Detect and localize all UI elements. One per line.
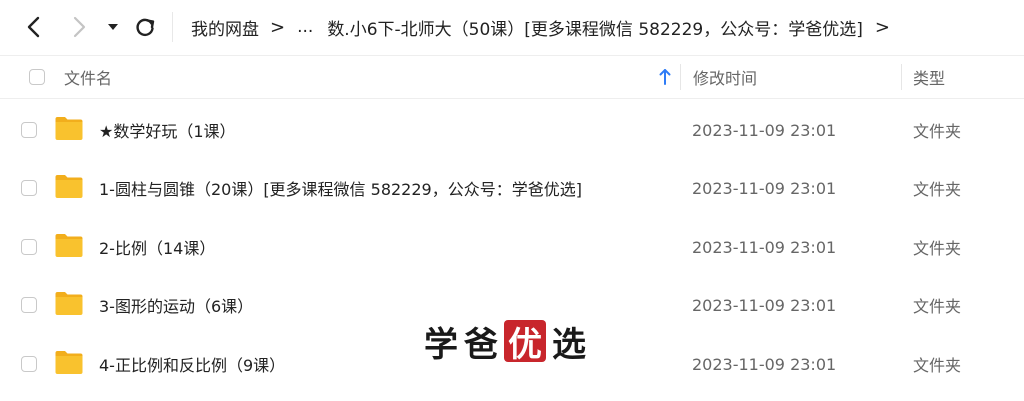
file-name[interactable]: ★数学好玩（1课） <box>99 101 236 159</box>
watermark-text-2: 选 <box>552 324 592 365</box>
column-header-type[interactable]: 类型 <box>913 56 945 98</box>
column-divider[interactable] <box>901 64 902 90</box>
breadcrumb-ellipsis[interactable]: ... <box>297 17 313 37</box>
file-name[interactable]: 3-图形的运动（6课） <box>99 276 253 334</box>
breadcrumb-current[interactable]: 数.小6下-北师大（50课）[更多课程微信 582229，公众号：学爸优选] <box>327 15 863 40</box>
file-type: 文件夹 <box>913 122 962 141</box>
folder-icon <box>55 234 83 257</box>
chevron-right-icon <box>73 16 86 38</box>
table-row[interactable]: 1-圆柱与圆锥（20课）[更多课程微信 582229，公众号：学爸优选] 2023… <box>0 159 1024 217</box>
refresh-icon <box>136 18 155 37</box>
modified-time: 2023-11-09 23:01 <box>692 295 837 315</box>
file-type: 文件夹 <box>913 356 962 375</box>
folder-icon <box>55 117 83 140</box>
file-name[interactable]: 1-圆柱与圆锥（20课）[更多课程微信 582229，公众号：学爸优选] <box>99 159 582 217</box>
folder-icon <box>55 175 83 198</box>
sort-ascending-icon[interactable] <box>658 67 672 87</box>
modified-time: 2023-11-09 23:01 <box>692 237 837 257</box>
file-name[interactable]: 2-比例（14课） <box>99 218 215 276</box>
toolbar-divider <box>172 12 173 42</box>
row-checkbox[interactable] <box>21 180 37 196</box>
table-row[interactable]: 2-比例（14课） 2023-11-09 23:01 文件夹 <box>0 218 1024 276</box>
watermark-text-1: 学爸 <box>424 324 504 365</box>
refresh-button[interactable] <box>130 12 160 42</box>
breadcrumb: 我的网盘 > ... 数.小6下-北师大（50课）[更多课程微信 582229，… <box>191 14 890 40</box>
table-row[interactable]: ★数学好玩（1课） 2023-11-09 23:01 文件夹 <box>0 101 1024 159</box>
row-checkbox[interactable] <box>21 356 37 372</box>
history-dropdown-button[interactable] <box>100 12 126 42</box>
forward-button[interactable] <box>64 12 94 42</box>
file-type: 文件夹 <box>913 180 962 199</box>
chevron-left-icon <box>27 16 40 38</box>
row-checkbox[interactable] <box>21 239 37 255</box>
column-header-name[interactable]: 文件名 <box>64 56 112 98</box>
breadcrumb-root[interactable]: 我的网盘 <box>191 15 259 40</box>
modified-time: 2023-11-09 23:01 <box>692 354 837 374</box>
back-button[interactable] <box>19 12 49 42</box>
folder-icon <box>55 351 83 374</box>
file-type: 文件夹 <box>913 297 962 316</box>
modified-time: 2023-11-09 23:01 <box>692 178 837 198</box>
column-header-modified[interactable]: 修改时间 <box>693 56 757 98</box>
row-checkbox[interactable] <box>21 297 37 313</box>
caret-down-icon <box>108 24 118 30</box>
row-checkbox[interactable] <box>21 122 37 138</box>
select-all-checkbox[interactable] <box>29 69 45 85</box>
table-header: 文件名 修改时间 类型 <box>0 55 1024 99</box>
breadcrumb-trailing-separator[interactable]: > <box>875 17 890 38</box>
file-type: 文件夹 <box>913 239 962 258</box>
watermark-seal: 优 <box>504 320 546 365</box>
watermark-logo: 学爸 优 选 <box>424 318 592 365</box>
breadcrumb-separator: > <box>270 16 286 38</box>
modified-time: 2023-11-09 23:01 <box>692 120 837 140</box>
folder-icon <box>55 292 83 315</box>
file-name[interactable]: 4-正比例和反比例（9课） <box>99 335 285 393</box>
toolbar: 我的网盘 > ... 数.小6下-北师大（50课）[更多课程微信 582229，… <box>0 0 1024 54</box>
column-divider[interactable] <box>680 64 681 90</box>
